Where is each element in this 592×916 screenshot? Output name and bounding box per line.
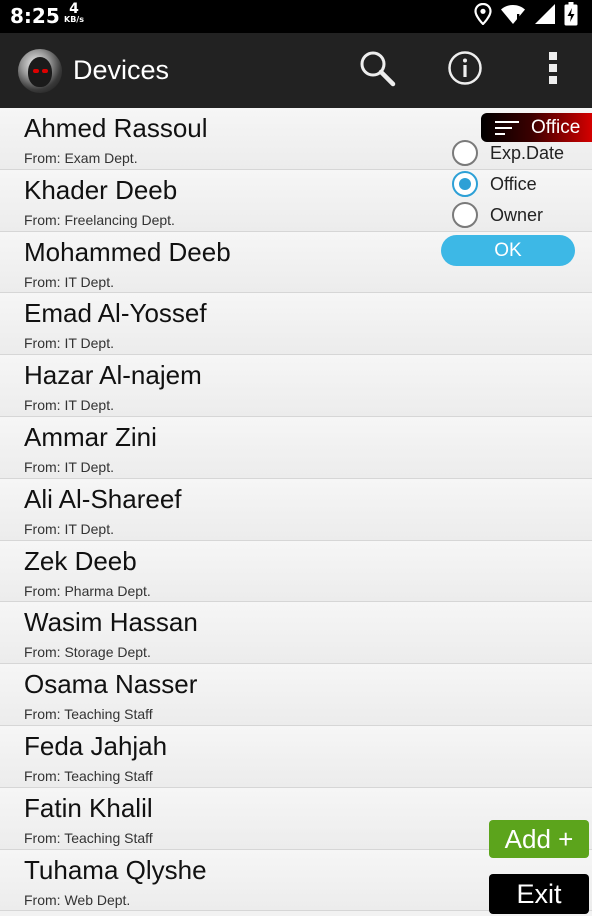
radio-button[interactable] [452, 202, 478, 228]
info-icon [447, 50, 483, 90]
device-dept: From: Web Dept. [24, 891, 131, 908]
network-speed-unit: KB/s [64, 15, 84, 24]
device-dept: From: IT Dept. [24, 458, 114, 475]
sort-option-label: Office [490, 173, 537, 194]
overflow-menu-icon [547, 50, 559, 90]
overflow-menu-button[interactable] [533, 50, 573, 90]
device-dept: From: IT Dept. [24, 335, 114, 352]
device-name: Khader Deeb [24, 174, 178, 205]
search-icon [358, 49, 396, 91]
add-button[interactable]: Add + [489, 820, 589, 858]
list-item[interactable]: Hazar Al-najem From: IT Dept. [0, 355, 592, 417]
device-name: Tuhama Qlyshe [24, 854, 207, 885]
device-dept: From: Exam Dept. [24, 150, 138, 166]
device-dept: From: IT Dept. [24, 520, 114, 537]
exit-button[interactable]: Exit [489, 874, 589, 914]
device-dept: From: Storage Dept. [24, 644, 151, 661]
sort-icon [495, 120, 521, 140]
list-item[interactable]: Osama Nasser From: Teaching Staff [0, 664, 592, 726]
battery-charging-icon [564, 2, 578, 30]
device-name: Mohammed Deeb [24, 236, 231, 267]
list-item[interactable]: Wasim Hassan From: Storage Dept. [0, 602, 592, 665]
info-button[interactable] [445, 50, 485, 90]
sort-option-label: Owner [490, 204, 544, 225]
app-bar: Devices [0, 33, 592, 108]
network-speed: 4 KB/s [61, 2, 87, 24]
list-item[interactable]: Zek Deeb From: Pharma Dept. [0, 540, 592, 603]
device-dept: From: Teaching Staff [24, 829, 153, 846]
search-button[interactable] [357, 50, 397, 90]
list-item[interactable]: Ali Al-Shareef From: IT Dept. [0, 478, 592, 541]
sort-button[interactable]: Office [481, 113, 592, 142]
device-name: Hazar Al-najem [24, 360, 202, 391]
radio-button-selected[interactable] [452, 171, 478, 197]
sort-option-label: Exp.Date [490, 142, 565, 163]
sort-option-office[interactable]: Office [452, 170, 537, 198]
device-dept: From: IT Dept. [24, 273, 114, 290]
device-name: Fatin Khalil [24, 792, 153, 823]
list-item[interactable]: Feda Jahjah From: Teaching Staff [0, 725, 592, 788]
network-speed-value: 4 [69, 1, 79, 17]
device-name: Ammar Zini [24, 421, 157, 452]
sort-option-exp-date[interactable]: Exp.Date [452, 139, 564, 167]
sort-current-label: Office [531, 117, 581, 138]
status-time: 8:25 [10, 4, 60, 28]
location-icon [474, 2, 492, 29]
device-name: Wasim Hassan [24, 607, 198, 638]
status-icons [474, 2, 578, 30]
device-name: Ali Al-Shareef [24, 483, 182, 514]
device-name: Osama Nasser [24, 669, 198, 700]
device-name: Zek Deeb [24, 545, 137, 576]
list-item[interactable]: Ammar Zini From: IT Dept. [0, 416, 592, 479]
app-logo [18, 49, 62, 93]
device-dept: From: Pharma Dept. [24, 582, 151, 599]
wifi-icon [500, 3, 526, 29]
radio-button[interactable] [452, 140, 478, 166]
status-bar: 8:25 4 KB/s [0, 0, 592, 33]
sort-option-owner[interactable]: Owner [452, 201, 543, 229]
device-name: Emad Al-Yossef [24, 298, 207, 329]
device-dept: From: IT Dept. [24, 397, 114, 414]
device-dept: From: Freelancing Dept. [24, 211, 175, 228]
device-name: Ahmed Rassoul [24, 113, 208, 143]
list-item[interactable]: Emad Al-Yossef From: IT Dept. [0, 293, 592, 356]
device-dept: From: Teaching Staff [24, 767, 153, 784]
device-dept: From: Teaching Staff [24, 706, 153, 723]
page-title: Devices [73, 55, 170, 85]
device-name: Feda Jahjah [24, 730, 168, 761]
cell-signal-icon [534, 3, 556, 29]
ok-button[interactable]: OK [441, 235, 575, 266]
